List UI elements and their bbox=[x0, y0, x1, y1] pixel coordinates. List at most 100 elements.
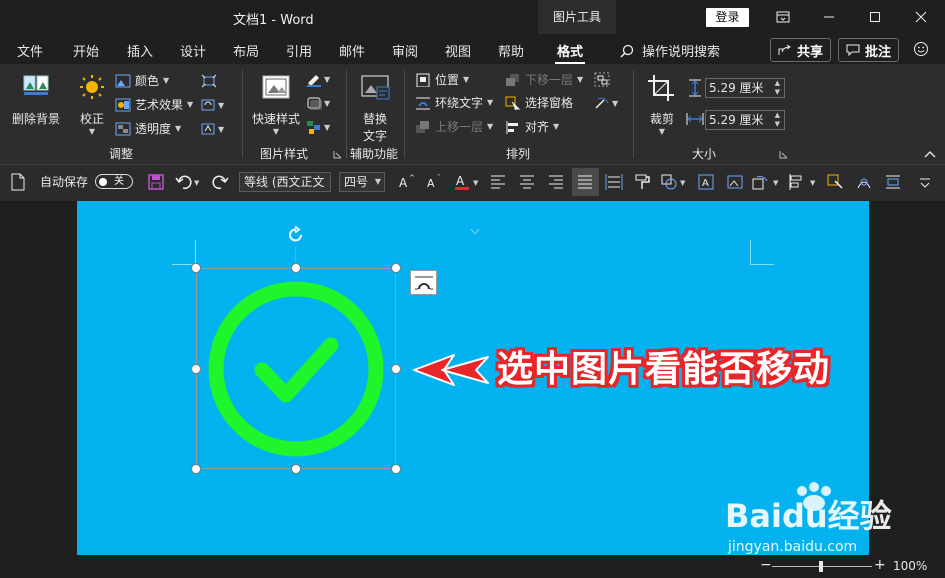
selection-pane-button[interactable]: 选择窗格 bbox=[505, 94, 573, 111]
tab-review[interactable]: 审阅 bbox=[392, 41, 418, 60]
tab-mailings[interactable]: 邮件 bbox=[339, 41, 365, 60]
corrections-button[interactable]: 校正 ▼ bbox=[74, 73, 110, 136]
zoom-slider-thumb[interactable] bbox=[819, 561, 823, 572]
format-painter-icon[interactable] bbox=[634, 173, 652, 191]
height-spinner-icon[interactable]: ▲ ▼ bbox=[775, 79, 780, 97]
shape-width-icon bbox=[686, 113, 704, 125]
svg-text:▼: ▼ bbox=[324, 99, 331, 108]
distributed-icon[interactable] bbox=[605, 173, 623, 191]
search-icon bbox=[620, 44, 634, 58]
bring-forward-button[interactable]: 上移一层 ▼ bbox=[415, 118, 493, 135]
layout-options-button[interactable] bbox=[410, 270, 437, 295]
decrease-font-size-icon[interactable]: Aˇ bbox=[426, 173, 444, 191]
ribbon-display-options-icon[interactable] bbox=[760, 0, 806, 34]
send-backward-icon bbox=[506, 73, 519, 86]
picture-border-icon[interactable]: ▼ bbox=[306, 71, 332, 87]
resize-handle-left[interactable] bbox=[191, 364, 201, 374]
font-name-select[interactable]: 等线 (西文正文 bbox=[239, 172, 331, 192]
login-button[interactable]: 登录 bbox=[706, 8, 749, 27]
wrap-text-button[interactable]: 环绕文字 ▼ bbox=[415, 94, 493, 111]
resize-handle-top-left[interactable] bbox=[191, 263, 201, 273]
rotate-icon[interactable]: ▼ bbox=[751, 173, 781, 191]
font-color-icon[interactable]: A ▼ bbox=[454, 173, 482, 191]
crop-qat-icon[interactable] bbox=[884, 173, 902, 191]
tab-file[interactable]: 文件 bbox=[17, 41, 43, 60]
share-button[interactable]: 共享 bbox=[770, 38, 832, 62]
redo-icon[interactable] bbox=[211, 173, 229, 191]
width-spinner-icon[interactable]: ▲ ▼ bbox=[775, 111, 780, 129]
comments-button[interactable]: 批注 bbox=[838, 38, 900, 62]
rotate-handle-icon[interactable] bbox=[286, 225, 306, 245]
align-objects-icon[interactable]: ▼ bbox=[788, 173, 818, 191]
close-icon[interactable] bbox=[898, 0, 944, 34]
zoom-out-icon[interactable]: − bbox=[760, 557, 772, 573]
collapse-ribbon-icon[interactable] bbox=[924, 150, 936, 158]
align-button[interactable]: 对齐 ▼ bbox=[505, 118, 559, 135]
align-center-icon[interactable] bbox=[518, 173, 536, 191]
selection-pane-qat-icon[interactable] bbox=[826, 173, 844, 191]
wrap-text-qat-icon[interactable] bbox=[855, 173, 873, 191]
position-button[interactable]: 位置 ▼ bbox=[415, 71, 469, 88]
minimize-icon[interactable] bbox=[806, 0, 852, 34]
tab-layout[interactable]: 布局 bbox=[233, 41, 259, 60]
artistic-effects-button[interactable]: 艺术效果 ▼ bbox=[115, 96, 193, 113]
quick-styles-button[interactable]: 快速样式 ▼ bbox=[250, 73, 302, 136]
zoom-in-icon[interactable]: + bbox=[874, 557, 886, 573]
reset-picture-icon[interactable]: ▼ bbox=[201, 122, 227, 136]
picture-icon[interactable] bbox=[726, 173, 744, 191]
crop-label: 裁剪 bbox=[649, 112, 674, 126]
group-separator bbox=[242, 70, 243, 158]
shapes-icon[interactable]: ▼ bbox=[660, 173, 688, 191]
text-box-icon[interactable]: A bbox=[697, 173, 715, 191]
dialog-launcher-icon[interactable] bbox=[779, 150, 788, 159]
tab-view[interactable]: 视图 bbox=[445, 41, 471, 60]
resize-handle-bottom-right[interactable] bbox=[391, 464, 401, 474]
picture-tools-context-tab: 图片工具 bbox=[538, 0, 616, 34]
change-picture-icon[interactable]: ▼ bbox=[201, 98, 227, 112]
justify-icon bbox=[578, 175, 592, 189]
tell-me-search[interactable]: 操作说明搜索 bbox=[620, 41, 720, 60]
color-button[interactable]: 颜色 ▼ bbox=[115, 72, 169, 89]
resize-handle-top[interactable] bbox=[291, 263, 301, 273]
picture-layout-icon[interactable]: ▼ bbox=[306, 119, 332, 135]
zoom-level[interactable]: 100% bbox=[893, 559, 927, 573]
compress-pictures-icon[interactable] bbox=[201, 74, 217, 88]
align-right-icon[interactable] bbox=[547, 173, 565, 191]
tab-design[interactable]: 设计 bbox=[180, 41, 206, 60]
send-backward-button[interactable]: 下移一层 ▼ bbox=[505, 71, 583, 88]
shape-width-input[interactable]: 5.29 厘米 ▲ ▼ bbox=[705, 110, 785, 130]
resize-handle-top-right[interactable] bbox=[391, 263, 401, 273]
crop-button[interactable]: 裁剪 ▼ bbox=[643, 73, 681, 136]
picture-effects-icon[interactable]: ▼ bbox=[306, 95, 332, 111]
transparency-button[interactable]: 透明度 ▼ bbox=[115, 120, 181, 137]
align-left-icon[interactable] bbox=[489, 173, 507, 191]
tab-insert[interactable]: 插入 bbox=[127, 41, 153, 60]
color-picture-icon bbox=[115, 74, 131, 87]
feedback-smiley-icon[interactable] bbox=[898, 34, 944, 64]
tab-home[interactable]: 开始 bbox=[73, 41, 99, 60]
comment-icon bbox=[846, 44, 860, 56]
tab-help[interactable]: 帮助 bbox=[498, 41, 524, 60]
group-objects-icon[interactable] bbox=[594, 72, 618, 88]
justify-button[interactable] bbox=[572, 168, 599, 196]
remove-background-button[interactable]: 删除背景 bbox=[10, 73, 62, 127]
quick-styles-icon bbox=[262, 75, 290, 99]
resize-handle-bottom-left[interactable] bbox=[191, 464, 201, 474]
layout-options-icon bbox=[415, 276, 433, 290]
alt-text-button[interactable]: 替换 文字 bbox=[355, 73, 395, 144]
maximize-icon[interactable] bbox=[852, 0, 898, 34]
autosave-toggle[interactable]: 关 bbox=[95, 174, 133, 189]
new-document-icon[interactable] bbox=[9, 173, 27, 191]
save-icon[interactable] bbox=[147, 173, 165, 191]
resize-handle-right[interactable] bbox=[391, 364, 401, 374]
shape-height-input[interactable]: 5.29 厘米 ▲ ▼ bbox=[705, 78, 785, 98]
customize-toolbar-icon[interactable] bbox=[916, 173, 934, 191]
tab-references[interactable]: 引用 bbox=[286, 41, 312, 60]
rotate-objects-icon[interactable]: ▼ bbox=[594, 95, 620, 111]
dialog-launcher-icon[interactable] bbox=[333, 150, 342, 159]
increase-font-size-icon[interactable]: A ^ bbox=[398, 173, 416, 191]
resize-handle-bottom[interactable] bbox=[291, 464, 301, 474]
tab-format[interactable]: 格式 bbox=[557, 41, 583, 60]
undo-icon[interactable]: ▼ bbox=[175, 173, 201, 191]
font-size-select[interactable]: 四号 ▼ bbox=[339, 172, 385, 192]
